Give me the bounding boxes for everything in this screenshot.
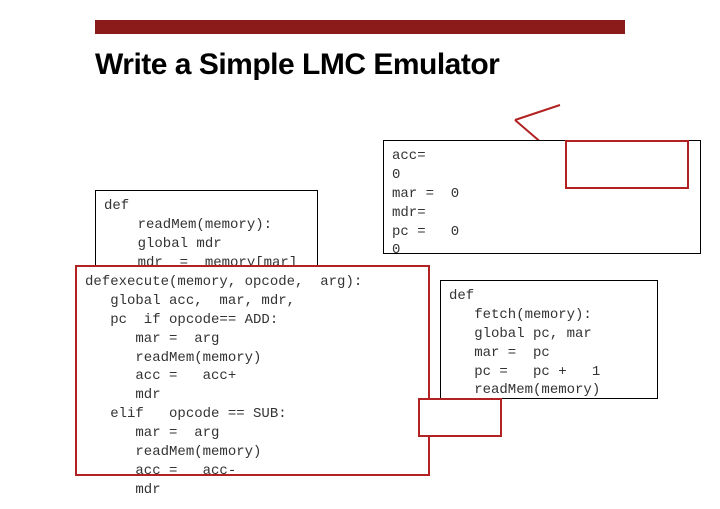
header-bar [95,20,625,34]
code-execute: defexecute(memory, opcode, arg): global … [75,265,430,476]
callout-box-top [565,140,689,189]
code-fetch: def fetch(memory): global pc, mar mar = … [440,280,658,399]
callout-box-bottom [418,398,502,437]
slide-title: Write a Simple LMC Emulator [95,48,499,82]
